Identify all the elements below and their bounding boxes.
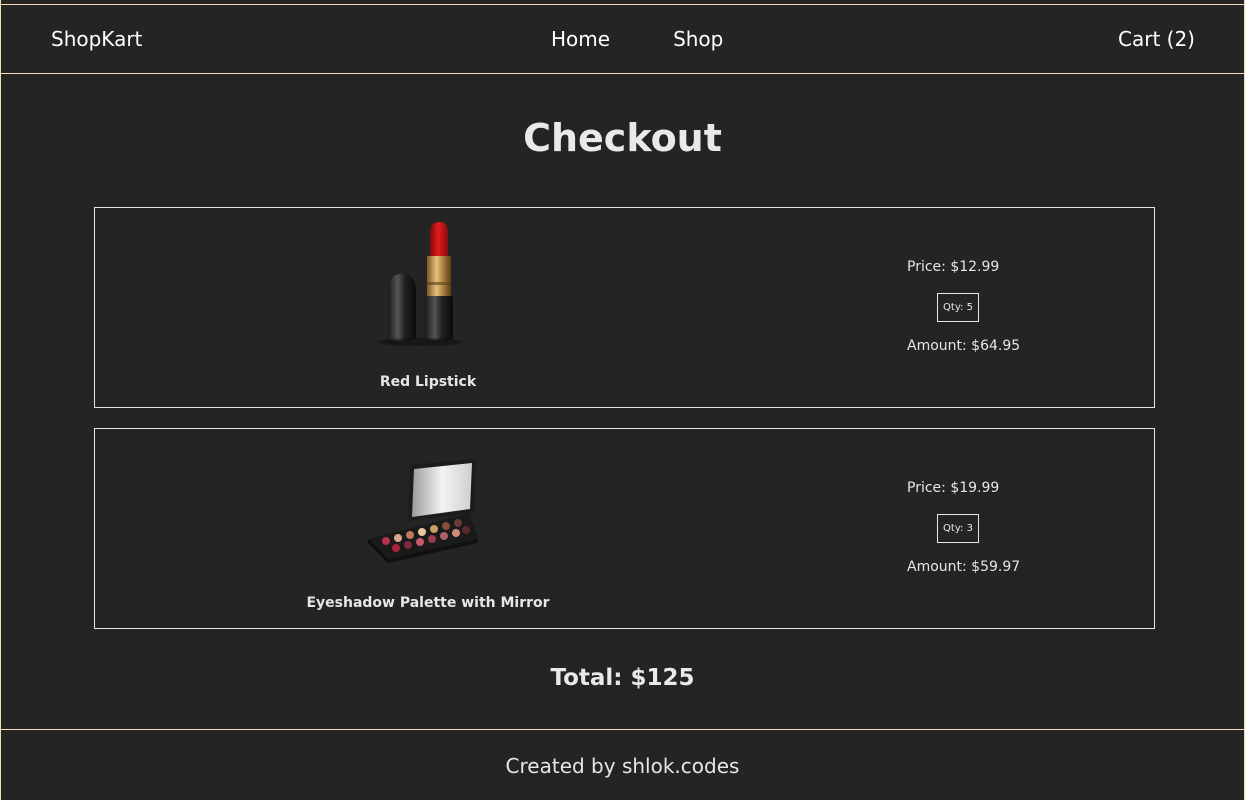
item-price: Price: $12.99 [907,259,1000,275]
item-price: Price: $19.99 [907,480,1000,496]
quantity-box[interactable]: Qty: 5 [937,293,979,322]
footer-credit: Created by shlok.codes [505,754,740,778]
site-header: ShopKart Home Shop Cart (2) [1,4,1244,74]
page: ShopKart Home Shop Cart (2) Checkout Red… [0,0,1245,800]
nav-shop-link[interactable]: Shop [673,27,723,51]
eyeshadow-palette-icon [368,459,478,563]
main-nav: Home Shop [551,27,723,51]
item-info: Price: $19.99 Qty: 3 Amount: $59.97 [907,429,1020,628]
checkout-item: Red Lipstick Price: $12.99 Qty: 5 Amount… [94,207,1155,408]
product-column: Eyeshadow Palette with Mirror [306,429,550,628]
page-title: Checkout [523,116,722,160]
item-amount: Amount: $64.95 [907,338,1021,354]
product-column: Red Lipstick [315,208,541,407]
brand-logo-link[interactable]: ShopKart [51,27,142,51]
lipstick-icon [378,222,462,346]
item-info: Price: $12.99 Qty: 5 Amount: $64.95 [907,208,1020,407]
product-name: Eyeshadow Palette with Mirror [306,595,550,611]
order-total: Total: $125 [550,665,695,691]
nav-home-link[interactable]: Home [551,27,610,51]
product-name: Red Lipstick [379,374,477,390]
cart-link[interactable]: Cart (2) [1118,27,1195,51]
site-footer: Created by shlok.codes [1,729,1244,800]
checkout-item: Eyeshadow Palette with Mirror Price: $19… [94,428,1155,629]
item-amount: Amount: $59.97 [907,559,1021,575]
quantity-box[interactable]: Qty: 3 [937,514,979,543]
